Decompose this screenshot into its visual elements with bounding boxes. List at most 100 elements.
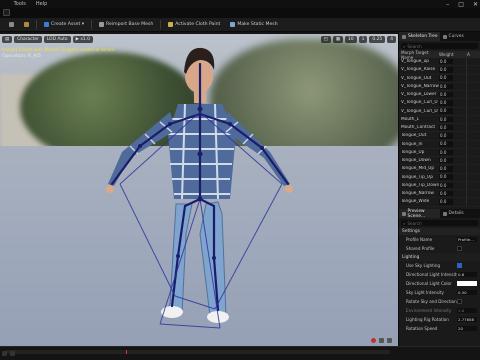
output-log-button[interactable] <box>10 351 15 356</box>
menu-unlabeled[interactable] <box>2 1 4 7</box>
morph-weight-field[interactable]: 0.0 <box>439 75 453 81</box>
play-button[interactable] <box>379 338 384 343</box>
morph-weight-field[interactable]: 0.0 <box>439 190 453 197</box>
morph-target-row[interactable]: V_Tongue_up 0.0 <box>399 58 480 67</box>
morph-weight-field[interactable]: 0.0 <box>439 149 453 156</box>
record-button[interactable] <box>371 338 376 343</box>
morph-target-name: Tongue_Narrow <box>401 191 434 197</box>
morph-target-row[interactable]: V_Tongue_Curl_D 0.0 <box>399 107 480 116</box>
playhead[interactable] <box>126 350 127 354</box>
character-button[interactable]: Character <box>14 35 42 43</box>
morph-weight-field[interactable]: 0.0 <box>439 83 453 90</box>
env-intensity-field[interactable]: 1.0 <box>457 307 477 314</box>
make-static-mesh-button[interactable]: Make Static Mesh <box>227 20 280 29</box>
search-input[interactable]: ⌕ Search <box>401 43 478 49</box>
morph-target-row[interactable]: Tongue_Wide 0.0 <box>399 197 480 207</box>
env-intensity-label: Environment Intensity <box>406 308 452 313</box>
details-search-input[interactable]: ⌕ Search <box>401 220 478 226</box>
scale-snap-button[interactable]: 0.25 <box>369 35 386 43</box>
tab-curves[interactable]: Curves <box>440 32 480 41</box>
asset-tab-icon[interactable] <box>3 9 10 16</box>
lod-button[interactable]: LOD Auto <box>43 35 71 43</box>
use-sky-checkbox[interactable] <box>457 263 462 268</box>
col-weight[interactable]: Weight <box>439 52 467 57</box>
sky-light-intensity-field[interactable]: 0.50 <box>457 289 477 296</box>
rotation-snap-button[interactable]: 1 <box>358 35 368 43</box>
morph-target-row[interactable]: Tongue_Narrow 0.0 <box>399 189 480 199</box>
morph-target-row[interactable]: V_Tongue_Out 0.0 <box>399 74 480 83</box>
browse-button[interactable] <box>21 20 32 29</box>
grid-snap-button[interactable]: ▦ <box>332 35 344 43</box>
tab-skeleton-tree[interactable]: Skeleton Tree <box>399 32 440 41</box>
stop-button[interactable] <box>387 338 392 343</box>
morph-weight-field[interactable]: 0.0 <box>439 133 453 139</box>
dir-light-intensity-field[interactable]: 0.6 <box>457 271 477 278</box>
morph-weight-field[interactable]: 0.0 <box>439 182 453 189</box>
col-auto[interactable]: A <box>467 52 470 57</box>
col-morph-name[interactable]: Morph Target Name <box>399 50 439 60</box>
preview-scene-icon <box>402 211 406 216</box>
morph-weight-field[interactable]: 0.0 <box>439 174 453 180</box>
morph-weight-field[interactable]: 0.0 <box>439 100 453 106</box>
character-model[interactable] <box>0 34 398 346</box>
morph-target-row[interactable]: Tongue_Down 0.0 <box>399 156 480 166</box>
lighting-rig-rotation-field[interactable]: 2.77688 <box>457 316 477 323</box>
rotation-speed-label: Rotation Speed <box>406 326 438 331</box>
morph-target-name: V_Tongue_up <box>401 59 430 65</box>
dir-light-color-swatch[interactable] <box>457 280 477 287</box>
morph-target-row[interactable]: Tongue_Mid_Up 0.0 <box>399 164 480 174</box>
morph-weight-field[interactable]: 0.0 <box>439 67 453 73</box>
morph-weight-field[interactable]: 0.0 <box>439 166 453 172</box>
viewport-options-button[interactable]: ▤ <box>2 35 13 43</box>
morph-weight-field[interactable]: 0.0 <box>439 199 453 205</box>
shared-profile-checkbox[interactable] <box>457 246 462 251</box>
maximize-button[interactable]: □ <box>458 1 464 8</box>
create-asset-label: Create Asset ▾ <box>51 22 85 27</box>
activate-cloth-paint-button[interactable]: Activate Cloth Paint <box>165 20 223 29</box>
morph-weight-field[interactable]: 0.0 <box>439 124 453 131</box>
save-button[interactable] <box>6 20 17 29</box>
menu-help[interactable]: Help <box>36 1 47 7</box>
column-divider <box>466 148 467 157</box>
morph-target-row[interactable]: Mouth_Contract 0.0 <box>399 123 480 133</box>
column-divider <box>466 115 467 124</box>
grid-size-button[interactable]: 10 <box>345 35 357 43</box>
morph-target-row[interactable]: Tongue_Tip_Down 0.0 <box>399 181 480 190</box>
settings-header[interactable]: Settings <box>399 228 480 235</box>
tab-preview-scene[interactable]: Preview Scene... <box>399 209 440 219</box>
timeline-scrubber[interactable] <box>6 350 390 354</box>
lighting-section[interactable]: Lighting <box>399 253 480 261</box>
morph-weight-field[interactable]: 0.0 <box>439 157 453 164</box>
camera-speed-button[interactable]: 4 <box>387 35 396 43</box>
morph-target-row[interactable]: Tongue_In 0.0 <box>399 140 480 149</box>
morph-weight-field[interactable]: 0.0 <box>439 116 453 123</box>
morph-target-row[interactable]: Tongue_Out 0.0 <box>399 131 480 141</box>
content-drawer-button[interactable] <box>2 351 7 356</box>
view-mode-button[interactable]: ◰ <box>320 35 331 43</box>
morph-target-row[interactable]: V_Tongue_Lower 0.0 <box>399 90 480 100</box>
minimize-button[interactable]: – <box>446 1 449 8</box>
sky-light-intensity-row: Sky Light Intensity 0.50 <box>399 288 480 297</box>
morph-weight-field[interactable]: 0.0 <box>439 58 453 65</box>
morph-weight-field[interactable]: 0.0 <box>439 141 453 147</box>
morph-weight-field[interactable]: 0.0 <box>439 91 453 98</box>
morph-target-row[interactable]: V_Tongue_Narrow 0.0 <box>399 82 480 91</box>
morph-target-row[interactable]: Tongue_Up 0.0 <box>399 148 480 157</box>
create-asset-button[interactable]: Create Asset ▾ <box>41 20 87 29</box>
morph-target-row[interactable]: Mouth_L 0.0 <box>399 115 480 124</box>
morph-weight-field[interactable]: 0.0 <box>439 108 453 114</box>
profile-name-field[interactable]: Profile... <box>457 236 477 243</box>
menu-tools[interactable]: Tools <box>14 1 26 7</box>
close-button[interactable]: ✕ <box>473 1 478 8</box>
viewport[interactable]: ▤ Character LOD Auto ▶ x1.0 ◰ ▦ 10 1 0.2… <box>0 34 398 346</box>
column-divider <box>466 82 467 91</box>
reimport-base-mesh-button[interactable]: Reimport Base Mesh <box>96 20 156 29</box>
morph-target-name: Tongue_Tip_Down <box>401 182 439 188</box>
tab-details[interactable]: Details <box>440 209 480 218</box>
morph-target-row[interactable]: Tongue_Tip_Up 0.0 <box>399 173 480 182</box>
morph-target-row[interactable]: V_Tongue_Curl_U 0.0 <box>399 98 480 108</box>
playback-speed-button[interactable]: ▶ x1.0 <box>72 35 93 43</box>
rotation-speed-field[interactable]: 20 <box>457 325 477 332</box>
morph-target-row[interactable]: V_Tongue_Raise 0.0 <box>399 65 480 75</box>
rotate-sky-checkbox[interactable] <box>457 299 462 304</box>
